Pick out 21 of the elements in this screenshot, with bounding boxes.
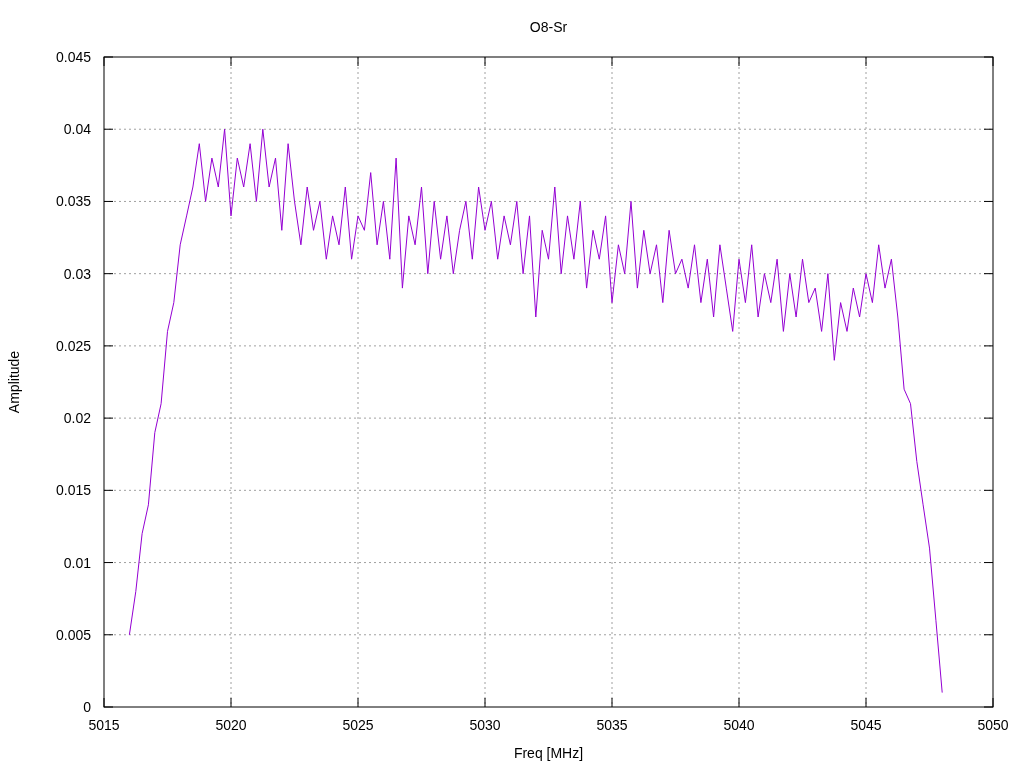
tick-label: 5045 [850, 717, 882, 733]
axis-label: Freq [MHz] [513, 745, 584, 761]
tick-label: 0 [83, 699, 91, 715]
tick-label: 0.045 [55, 49, 91, 65]
tick-label: 0.015 [55, 482, 91, 499]
tick-label: 5050 [977, 717, 1009, 733]
tick-label: 5035 [596, 717, 628, 733]
tick-label: 5040 [723, 717, 755, 733]
axis-label: Amplitude [6, 350, 22, 414]
tick-label: 0.035 [55, 193, 91, 210]
tick-label: 0.04 [63, 121, 91, 138]
tick-label: 0.025 [55, 337, 91, 354]
tick-label: 0.03 [63, 265, 91, 282]
tick-label: 5015 [88, 717, 120, 733]
tick-label: 5025 [342, 717, 374, 733]
tick-label: 0.005 [55, 626, 91, 643]
tick-label: 0.01 [63, 554, 91, 571]
tick-label: 0.02 [63, 410, 91, 427]
tick-label: 5030 [469, 717, 501, 733]
tick-label: 5020 [215, 717, 247, 733]
chart-title: O8-Sr [529, 19, 568, 35]
